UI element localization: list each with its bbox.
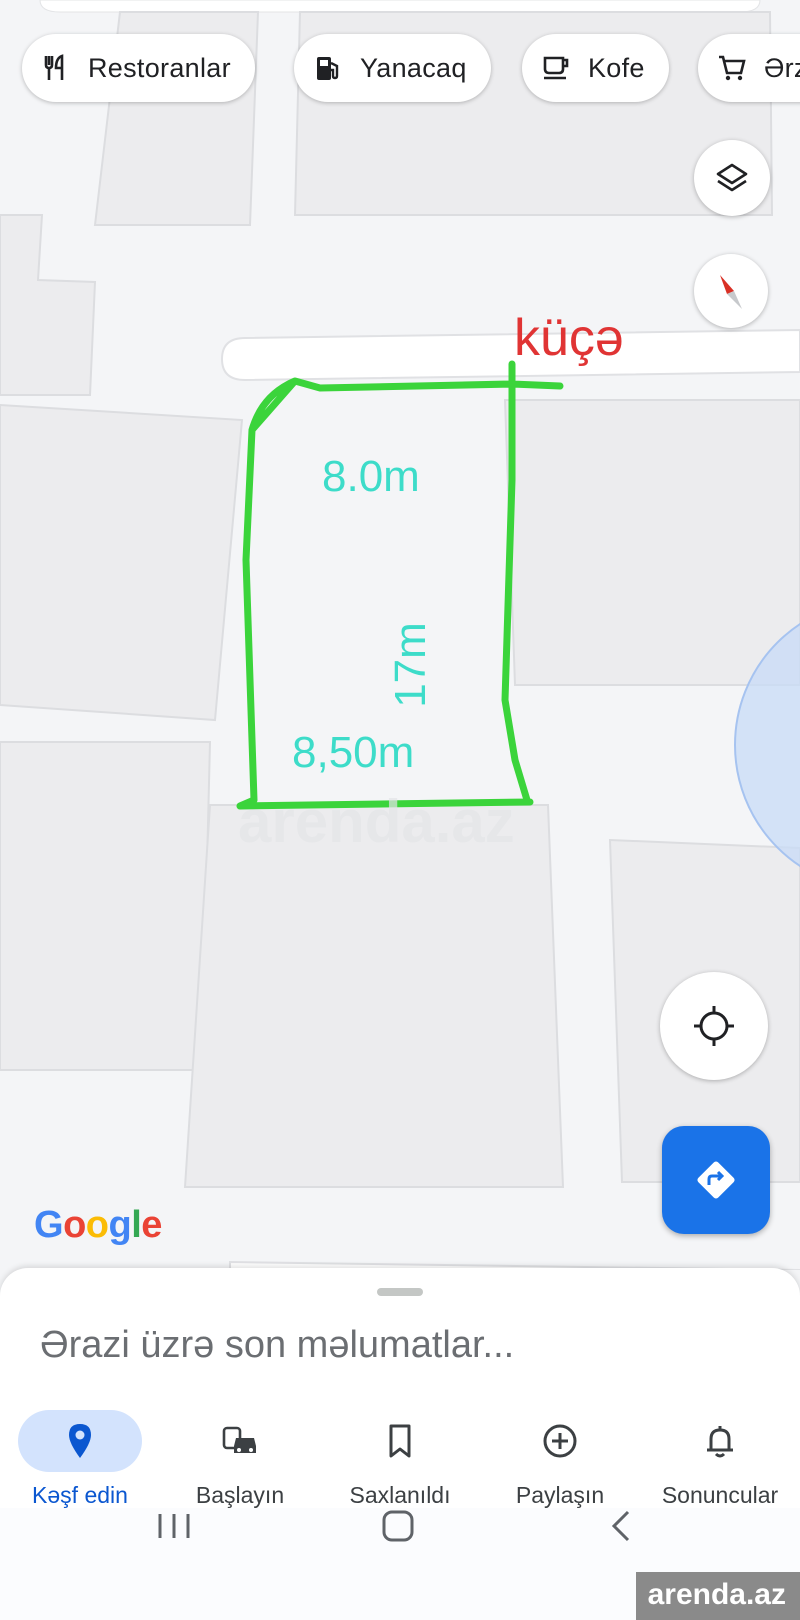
directions-button[interactable] <box>662 1126 770 1234</box>
layers-icon <box>716 163 748 192</box>
svg-text:arenda.az: arenda.az <box>238 788 515 855</box>
chip-fuel[interactable]: Yanacaq <box>294 34 491 102</box>
category-chips: Restoranlar Yanacaq Kofe Ərzaq <box>22 34 800 104</box>
back-icon <box>611 1510 630 1542</box>
chip-label: Yanacaq <box>360 52 467 83</box>
google-logo: Google <box>34 1204 162 1246</box>
building <box>183 804 565 1188</box>
nav-updates[interactable]: Sonuncular <box>640 1400 800 1508</box>
restaurant-icon <box>44 54 64 80</box>
nav-explore[interactable]: Kəşf edin <box>0 1400 160 1508</box>
nav-go[interactable]: Başlayın <box>160 1400 320 1508</box>
compass-button[interactable] <box>694 254 768 328</box>
width-bottom-label: 8,50m <box>292 728 415 777</box>
my-location-button[interactable] <box>660 972 768 1080</box>
location-pin-icon <box>69 1424 91 1458</box>
bookmark-icon <box>389 1424 411 1458</box>
nav-label: Kəşf edin <box>32 1482 128 1508</box>
chip-restaurants[interactable]: Restoranlar <box>22 34 255 102</box>
directions-icon <box>697 1161 735 1199</box>
watermark: arenda.az <box>635 1572 800 1620</box>
building <box>0 741 212 1071</box>
chip-label: Ərzaq <box>764 52 800 83</box>
length-label: 17m <box>385 622 435 708</box>
cart-icon <box>719 55 746 81</box>
layers-button[interactable] <box>694 140 770 216</box>
gas-station-icon <box>317 57 339 80</box>
chip-label: Kofe <box>588 52 645 83</box>
building <box>0 403 244 722</box>
street-label: küçə <box>514 309 624 367</box>
system-navigation-bar: arenda.az <box>0 1508 800 1620</box>
bell-icon <box>707 1426 733 1458</box>
crosshair-icon <box>694 1006 734 1046</box>
sheet-handle[interactable] <box>377 1288 423 1296</box>
commute-icon <box>222 1426 256 1453</box>
nav-saved[interactable]: Saxlanıldı <box>320 1400 480 1508</box>
building <box>0 214 97 396</box>
map-view[interactable]: arenda.az küçə 8.0m 17m 8,50m Restoranla… <box>0 0 800 1270</box>
chip-grocery[interactable]: Ərzaq <box>698 34 800 102</box>
nav-label: Saxlanıldı <box>349 1482 451 1508</box>
compass-icon <box>720 275 742 309</box>
add-circle-icon <box>543 1424 577 1458</box>
coffee-icon <box>543 56 569 80</box>
nav-label: Sonuncular <box>661 1482 779 1508</box>
recent-apps-icon <box>158 1514 190 1538</box>
nav-contribute[interactable]: Paylaşın <box>480 1400 640 1508</box>
chip-label: Restoranlar <box>88 52 231 83</box>
bottom-navigation: Kəşf edin Başlayın Saxlanıldı Paylaşın S… <box>0 1400 800 1508</box>
chip-coffee[interactable]: Kofe <box>522 34 669 102</box>
home-icon <box>382 1510 414 1542</box>
nav-label: Paylaşın <box>515 1482 605 1508</box>
bottom-sheet[interactable]: Ərazi üzrə son məlumatlar... <box>0 1268 800 1408</box>
building <box>503 399 800 686</box>
width-top-label: 8.0m <box>322 452 420 501</box>
sheet-title: Ərazi üzrə son məlumatlar... <box>40 1324 515 1366</box>
nav-label: Başlayın <box>195 1482 285 1508</box>
